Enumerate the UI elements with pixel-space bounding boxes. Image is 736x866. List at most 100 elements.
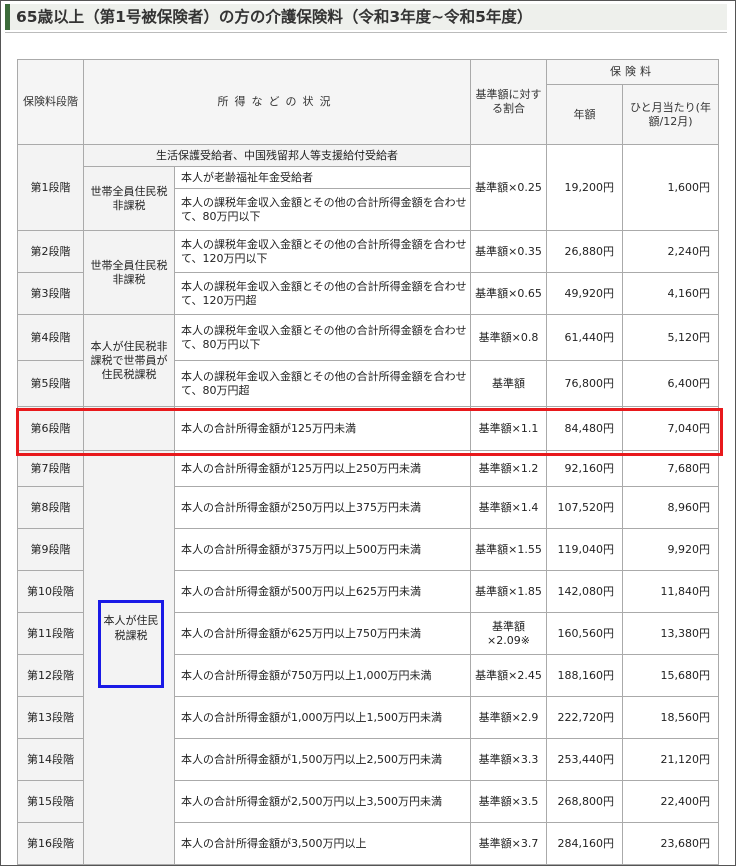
ratio-cell: 基準額×2.09※ (470, 612, 547, 655)
annual-cell: 61,440円 (546, 314, 623, 361)
stage-cell: 第11段階 (17, 612, 84, 655)
condition-cell: 本人の合計所得金額が125万円以上250万円未満 (174, 450, 471, 487)
annual-cell: 142,080円 (546, 570, 623, 613)
condition-cell: 本人の合計所得金額が1,000万円以上1,500万円未満 (174, 696, 471, 739)
table-row: 第4段階 本人が住民税非課税で世帯員が住民税課税 本人の課税年金収入金額とその他… (17, 314, 719, 407)
premium-table: 保険料段階 所得などの状況 基準額に対する割合 保険料 年額 ひと月当たり(年額… (17, 59, 719, 865)
table-row: 第2段階 世帯全員住民税非課税 本人の課税年金収入金額とその他の合計所得金額を合… (17, 230, 719, 315)
header-status: 所得などの状況 (83, 59, 471, 145)
monthly-cell: 7,680円 (622, 450, 719, 487)
header-premium: 保険料 (546, 59, 719, 85)
condition-cell: 本人の合計所得金額が750万円以上1,000万円未満 (174, 654, 471, 697)
annual-cell: 222,720円 (546, 696, 623, 739)
ratio-cell: 基準額×1.1 (470, 406, 547, 451)
monthly-cell: 21,120円 (622, 738, 719, 781)
monthly-cell: 7,040円 (622, 406, 719, 451)
ratio-cell: 基準額×2.9 (470, 696, 547, 739)
annual-cell: 26,880円 (546, 230, 623, 273)
stage-cell: 第12段階 (17, 654, 84, 697)
monthly-cell: 1,600円 (622, 144, 719, 231)
ratio-cell: 基準額×1.55 (470, 528, 547, 571)
stage-cell: 第3段階 (17, 272, 84, 315)
condition-cell: 本人の課税年金収入金額とその他の合計所得金額を合わせて、80万円以下 (174, 314, 471, 361)
condition-cell: 本人の合計所得金額が500万円以上625万円未満 (174, 570, 471, 613)
ratio-cell: 基準額×0.8 (470, 314, 547, 361)
annual-cell: 84,480円 (546, 406, 623, 451)
monthly-cell: 8,960円 (622, 486, 719, 529)
ratio-cell: 基準額×1.85 (470, 570, 547, 613)
table-row: 第6段階 本人の合計所得金額が125万円未満 基準額×1.1 84,480円 7… (17, 406, 719, 451)
household-exempt-group: 世帯全員住民税非課税 (83, 166, 175, 231)
household-exempt-group: 世帯全員住民税非課税 (83, 230, 175, 315)
ratio-cell: 基準額×1.4 (470, 486, 547, 529)
title-divider (5, 32, 727, 33)
monthly-cell: 4,160円 (622, 272, 719, 315)
annual-cell: 19,200円 (546, 144, 623, 231)
condition-cell: 本人の合計所得金額が125万円未満 (174, 406, 471, 451)
stage-cell: 第5段階 (17, 360, 84, 407)
condition-cell: 本人の合計所得金額が375万円以上500万円未満 (174, 528, 471, 571)
stage-cell: 第13段階 (17, 696, 84, 739)
annual-cell: 107,520円 (546, 486, 623, 529)
empty-group-cell (83, 406, 175, 451)
condition-cell: 本人の合計所得金額が625万円以上750万円未満 (174, 612, 471, 655)
ratio-cell: 基準額×3.7 (470, 822, 547, 865)
monthly-cell: 15,680円 (622, 654, 719, 697)
annual-cell: 253,440円 (546, 738, 623, 781)
condition-cell: 本人の合計所得金額が1,500万円以上2,500万円未満 (174, 738, 471, 781)
monthly-cell: 18,560円 (622, 696, 719, 739)
ratio-cell: 基準額×0.25 (470, 144, 547, 231)
self-taxed-group (83, 450, 175, 865)
annual-cell: 160,560円 (546, 612, 623, 655)
annual-cell: 49,920円 (546, 272, 623, 315)
condition-cell: 本人の課税年金収入金額とその他の合計所得金額を合わせて、80万円以下 (174, 188, 471, 231)
ratio-cell: 基準額×0.65 (470, 272, 547, 315)
ratio-cell: 基準額 (470, 360, 547, 407)
monthly-cell: 11,840円 (622, 570, 719, 613)
ratio-cell: 基準額×3.3 (470, 738, 547, 781)
stage-cell: 第1段階 (17, 144, 84, 231)
stage-cell: 第2段階 (17, 230, 84, 273)
stage-cell: 第16段階 (17, 822, 84, 865)
stage-cell: 第15段階 (17, 780, 84, 823)
header-monthly: ひと月当たり(年額/12月) (622, 84, 719, 145)
ratio-cell: 基準額×2.45 (470, 654, 547, 697)
annual-cell: 284,160円 (546, 822, 623, 865)
monthly-cell: 2,240円 (622, 230, 719, 273)
stage-cell: 第9段階 (17, 528, 84, 571)
table-row: 第1段階 生活保護受給者、中国残留邦人等支援給付受給者 基準額×0.25 19,… (17, 144, 719, 231)
monthly-cell: 13,380円 (622, 612, 719, 655)
table-row: 第7段階 本人の合計所得金額が125万円以上250万円未満 基準額×1.2 92… (17, 450, 719, 865)
ratio-cell: 基準額×1.2 (470, 450, 547, 487)
header-ratio: 基準額に対する割合 (470, 59, 547, 145)
monthly-cell: 23,680円 (622, 822, 719, 865)
stage-cell: 第14段階 (17, 738, 84, 781)
stage-cell: 第7段階 (17, 450, 84, 487)
condition-cell: 本人の課税年金収入金額とその他の合計所得金額を合わせて、120万円以下 (174, 230, 471, 273)
monthly-cell: 9,920円 (622, 528, 719, 571)
monthly-cell: 6,400円 (622, 360, 719, 407)
ratio-cell: 基準額×3.5 (470, 780, 547, 823)
condition-cell: 本人の合計所得金額が2,500万円以上3,500万円未満 (174, 780, 471, 823)
welfare-group: 生活保護受給者、中国残留邦人等支援給付受給者 (83, 144, 471, 167)
stage-cell: 第6段階 (17, 406, 84, 451)
condition-cell: 本人の課税年金収入金額とその他の合計所得金額を合わせて、80万円超 (174, 360, 471, 407)
condition-cell: 本人が老齢福祉年金受給者 (174, 166, 471, 189)
annual-cell: 268,800円 (546, 780, 623, 823)
stage-cell: 第8段階 (17, 486, 84, 529)
ratio-cell: 基準額×0.35 (470, 230, 547, 273)
stage-cell: 第10段階 (17, 570, 84, 613)
header-stage: 保険料段階 (17, 59, 84, 145)
annual-cell: 92,160円 (546, 450, 623, 487)
monthly-cell: 22,400円 (622, 780, 719, 823)
self-exempt-group: 本人が住民税非課税で世帯員が住民税課税 (83, 314, 175, 407)
annual-cell: 76,800円 (546, 360, 623, 407)
condition-cell: 本人の合計所得金額が250万円以上375万円未満 (174, 486, 471, 529)
condition-cell: 本人の合計所得金額が3,500万円以上 (174, 822, 471, 865)
header-annual: 年額 (546, 84, 623, 145)
condition-cell: 本人の課税年金収入金額とその他の合計所得金額を合わせて、120万円超 (174, 272, 471, 315)
annual-cell: 119,040円 (546, 528, 623, 571)
page-title: 65歳以上（第1号被保険者）の方の介護保険料（令和3年度~令和5年度） (5, 4, 727, 30)
stage-cell: 第4段階 (17, 314, 84, 361)
monthly-cell: 5,120円 (622, 314, 719, 361)
